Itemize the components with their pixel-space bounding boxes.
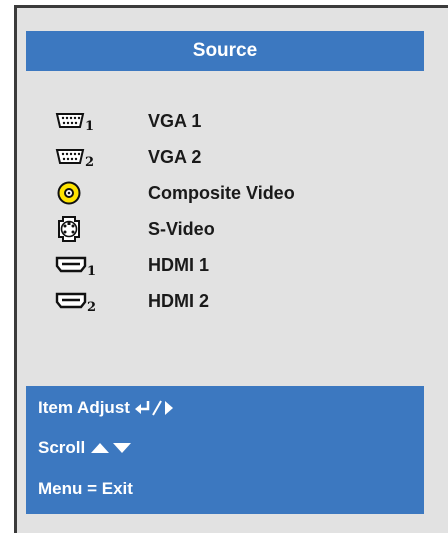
source-label: Composite Video <box>148 182 295 203</box>
vga-icon: 2 <box>54 143 106 171</box>
menu-title: Source <box>26 31 424 71</box>
source-item-vga-2[interactable]: 2 VGA 2 <box>17 142 397 172</box>
item-adjust-hint: Item Adjust <box>38 398 186 418</box>
menu-exit-label: Menu = Exit <box>38 479 133 498</box>
source-label: S-Video <box>148 218 215 239</box>
source-label: HDMI 1 <box>148 254 210 275</box>
source-label: HDMI 2 <box>148 290 210 311</box>
source-label: VGA 1 <box>148 110 202 131</box>
svg-text:1: 1 <box>87 264 96 278</box>
enter-right-icon <box>134 400 173 416</box>
svg-text:2: 2 <box>85 155 94 170</box>
source-item-vga-1[interactable]: 1 VGA 1 <box>17 106 397 136</box>
source-item-hdmi-2[interactable]: 2 HDMI 2 <box>17 286 397 316</box>
scroll-label: Scroll <box>38 438 86 457</box>
vga-icon: 1 <box>54 107 106 135</box>
svg-text:2: 2 <box>87 300 96 314</box>
source-item-hdmi-1[interactable]: 1 HDMI 1 <box>17 250 397 280</box>
up-down-arrows-icon <box>91 443 132 453</box>
hdmi-icon: 1 <box>54 251 106 279</box>
svg-text:1: 1 <box>85 119 94 134</box>
menu-exit-hint: Menu = Exit <box>38 479 133 499</box>
hdmi-icon: 2 <box>54 287 106 315</box>
source-item-s-video[interactable]: S-Video <box>17 214 397 244</box>
s-video-icon <box>54 215 106 243</box>
item-adjust-label: Item Adjust <box>38 398 130 417</box>
source-item-composite-video[interactable]: Composite Video <box>17 178 397 208</box>
composite-rca-icon <box>56 179 108 207</box>
osd-panel: Source 1 VGA 1 2 VGA 2 Composite Video S… <box>14 5 448 533</box>
scroll-hint: Scroll <box>38 438 135 458</box>
source-label: VGA 2 <box>148 146 202 167</box>
help-footer: Item Adjust Scroll Menu = Exit <box>26 386 424 514</box>
